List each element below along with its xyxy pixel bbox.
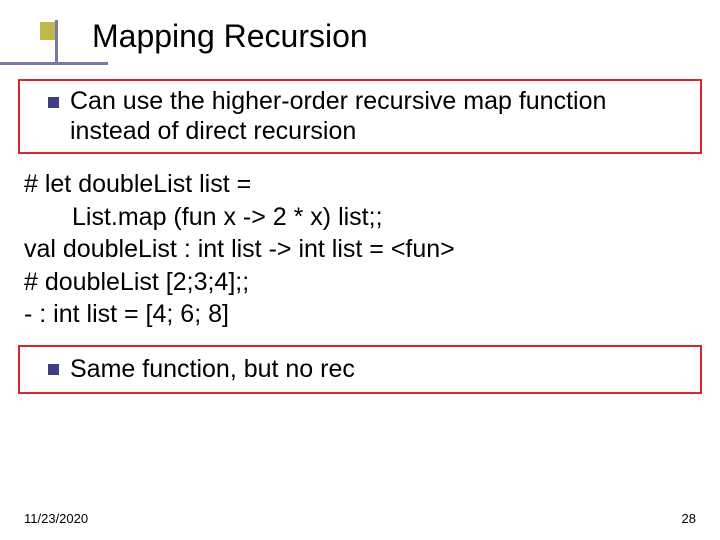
bullet-text-1: Can use the higher-order recursive map f… [70, 87, 688, 146]
code-line-1: # let doubleList list = [24, 168, 696, 201]
code-line-3: val doubleList : int list -> int list = … [24, 233, 696, 266]
bullet-text-2: Same function, but no rec [70, 355, 688, 385]
footer-date: 11/23/2020 [24, 511, 88, 526]
bullet-icon [48, 97, 59, 108]
highlight-box-2: Same function, but no rec [18, 345, 702, 395]
code-line-4: # doubleList [2;3;4];; [24, 266, 696, 299]
code-block: # let doubleList list = List.map (fun x … [24, 168, 696, 331]
slide-header: Mapping Recursion [0, 0, 720, 65]
footer-page: 28 [682, 511, 696, 526]
code-line-5: - : int list = [4; 6; 8] [24, 298, 696, 331]
code-line-2: List.map (fun x -> 2 * x) list;; [24, 201, 696, 234]
bullet-icon [48, 364, 59, 375]
slide-title: Mapping Recursion [92, 18, 720, 55]
slide-footer: 11/23/2020 28 [24, 511, 696, 526]
decor-hline-icon [0, 62, 108, 65]
highlight-box-1: Can use the higher-order recursive map f… [18, 79, 702, 154]
decor-vline-icon [55, 20, 58, 63]
